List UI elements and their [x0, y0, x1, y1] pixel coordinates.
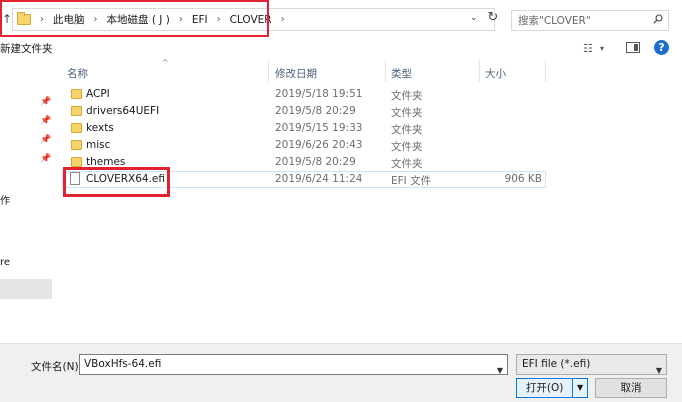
chevron-right-icon[interactable]: › [179, 14, 183, 25]
file-name: kexts [86, 122, 114, 134]
folder-icon [71, 106, 82, 116]
file-row-cloverx64-efi[interactable]: CLOVERX64.efi 2019/6/24 11:24 EFI 文件 906… [62, 171, 546, 188]
column-header-date[interactable]: 修改日期 [275, 66, 317, 81]
column-header-row: ^ 名称 修改日期 类型 大小 [62, 58, 546, 84]
file-date: 2019/5/18 19:51 [275, 88, 363, 100]
folder-icon [17, 12, 31, 25]
filetype-value: EFI file (*.efi) [522, 358, 591, 370]
chevron-right-icon[interactable]: › [281, 14, 285, 25]
chevron-right-icon[interactable]: › [217, 14, 221, 25]
pin-icon: 📌 [40, 97, 52, 107]
file-name: ACPI [86, 88, 110, 100]
pin-icon: 📌 [40, 154, 52, 164]
chevron-down-icon[interactable]: ⌄ [470, 13, 478, 23]
pin-icon: 📌 [40, 116, 52, 126]
column-divider[interactable] [385, 60, 386, 82]
command-bar: 新建文件夹 ☷ ▾ ? [0, 38, 682, 58]
search-icon [653, 14, 663, 24]
search-placeholder: 搜索"CLOVER" [518, 15, 591, 27]
file-size: 906 KB [504, 173, 542, 185]
file-row-drivers64uefi[interactable]: drivers64UEFI 2019/5/8 20:29 文件夹 [62, 103, 546, 120]
file-date: 2019/5/8 20:29 [275, 156, 356, 168]
file-name: misc [86, 139, 111, 151]
file-type: 文件夹 [391, 141, 423, 153]
chevron-down-icon[interactable]: ▾ [600, 44, 604, 53]
filename-value: VBoxHfs-64.efi [84, 358, 162, 370]
file-row-acpi[interactable]: ACPI 2019/5/18 19:51 文件夹 [62, 86, 546, 103]
chevron-right-icon[interactable]: › [94, 14, 98, 25]
help-icon[interactable]: ? [654, 40, 669, 55]
folder-icon [71, 157, 82, 167]
view-options-icon[interactable]: ☷ [583, 42, 593, 55]
file-name: drivers64UEFI [86, 105, 160, 117]
file-date: 2019/5/8 20:29 [275, 105, 356, 117]
sort-up-icon: ^ [162, 58, 169, 67]
column-divider[interactable] [545, 60, 546, 82]
nav-item-fragment[interactable]: 作 [0, 192, 10, 207]
file-date: 2019/6/24 11:24 [275, 173, 363, 185]
chevron-down-icon[interactable]: ▼ [497, 361, 503, 380]
breadcrumb-clover[interactable]: CLOVER [230, 14, 272, 26]
file-type: 文件夹 [391, 107, 423, 119]
navigation-pane: 📌 📌 📌 📌 作 re [0, 58, 54, 338]
refresh-icon[interactable]: ↻ [485, 10, 501, 25]
file-type: 文件夹 [391, 90, 423, 102]
chevron-down-icon[interactable]: ▼ [572, 379, 587, 397]
pin-icon: 📌 [40, 135, 52, 145]
file-row-kexts[interactable]: kexts 2019/5/15 19:33 文件夹 [62, 120, 546, 137]
nav-item-selected[interactable] [0, 279, 52, 299]
file-row-misc[interactable]: misc 2019/6/26 20:43 文件夹 [62, 137, 546, 154]
cancel-button[interactable]: 取消 [595, 378, 667, 398]
file-name: CLOVERX64.efi [86, 173, 165, 185]
new-folder-button[interactable]: 新建文件夹 [0, 41, 53, 56]
column-divider[interactable] [268, 60, 269, 82]
up-arrow-icon[interactable]: ↑ [2, 12, 12, 26]
file-type: EFI 文件 [391, 175, 432, 187]
open-button[interactable]: 打开(O) ▼ [516, 378, 588, 398]
preview-pane-icon[interactable] [626, 42, 640, 53]
address-bar[interactable]: › 此电脑 › 本地磁盘 ( J ) › EFI › CLOVER › [12, 8, 495, 31]
file-type: 文件夹 [391, 158, 423, 170]
open-button-label: 打开(O) [525, 382, 564, 394]
nav-item-fragment[interactable]: re [0, 257, 10, 268]
file-row-themes[interactable]: themes 2019/5/8 20:29 文件夹 [62, 154, 546, 171]
column-header-type[interactable]: 类型 [391, 66, 412, 81]
folder-icon [71, 123, 82, 133]
filetype-select[interactable]: EFI file (*.efi) ▼ [516, 354, 667, 375]
breadcrumb-local-disk[interactable]: 本地磁盘 ( J ) [107, 12, 170, 27]
address-toolbar: ↑ › 此电脑 › 本地磁盘 ( J ) › EFI › CLOVER › ⌄ … [0, 0, 682, 40]
file-list: ACPI 2019/5/18 19:51 文件夹 drivers64UEFI 2… [62, 86, 546, 188]
filename-input[interactable]: VBoxHfs-64.efi ▼ [79, 354, 508, 375]
breadcrumb-efi[interactable]: EFI [192, 14, 208, 26]
dialog-footer: 文件名(N): VBoxHfs-64.efi ▼ EFI file (*.efi… [0, 343, 682, 402]
column-header-name[interactable]: 名称 [67, 66, 88, 81]
filename-label: 文件名(N): [31, 361, 83, 373]
column-divider[interactable] [479, 60, 480, 82]
breadcrumb-this-pc[interactable]: 此电脑 [53, 12, 85, 27]
chevron-right-icon[interactable]: › [40, 14, 44, 25]
folder-icon [71, 89, 82, 99]
file-name: themes [86, 156, 126, 168]
file-date: 2019/6/26 20:43 [275, 139, 363, 151]
search-input[interactable]: 搜索"CLOVER" [511, 10, 669, 31]
file-date: 2019/5/15 19:33 [275, 122, 363, 134]
file-type: 文件夹 [391, 124, 423, 136]
file-icon [70, 172, 80, 185]
folder-icon [71, 140, 82, 150]
column-header-size[interactable]: 大小 [485, 66, 506, 81]
